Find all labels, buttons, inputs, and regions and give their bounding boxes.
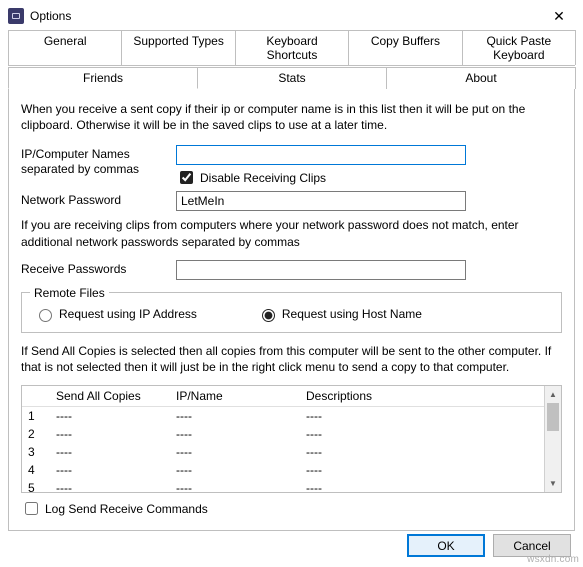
log-commands-label: Log Send Receive Commands bbox=[45, 502, 208, 516]
radio-request-ip[interactable] bbox=[39, 309, 52, 322]
table-scrollbar[interactable]: ▲ ▼ bbox=[544, 386, 561, 492]
tab-stats[interactable]: Stats bbox=[197, 67, 387, 89]
tab-row-1: General Supported Types Keyboard Shortcu… bbox=[8, 30, 575, 66]
scroll-thumb[interactable] bbox=[547, 403, 559, 431]
intro-text: When you receive a sent copy if their ip… bbox=[21, 101, 562, 133]
table-row[interactable]: 5------------ bbox=[22, 479, 544, 492]
tab-row-2: Friends Stats About bbox=[8, 66, 575, 89]
remote-files-legend: Remote Files bbox=[30, 286, 109, 300]
app-icon bbox=[8, 8, 24, 24]
ok-button[interactable]: OK bbox=[407, 534, 485, 557]
receive-passwords-input[interactable] bbox=[176, 260, 466, 280]
log-commands-checkbox[interactable] bbox=[25, 502, 38, 515]
col-num[interactable] bbox=[22, 386, 50, 407]
network-password-input[interactable] bbox=[176, 191, 466, 211]
radio-request-host-label: Request using Host Name bbox=[282, 307, 422, 321]
tab-about[interactable]: About bbox=[386, 67, 576, 89]
table-row[interactable]: 1------------ bbox=[22, 407, 544, 426]
table-row[interactable]: 4------------ bbox=[22, 461, 544, 479]
close-button[interactable]: ✕ bbox=[543, 6, 575, 26]
radio-ip-wrapper[interactable]: Request using IP Address bbox=[34, 306, 197, 322]
col-descriptions[interactable]: Descriptions bbox=[300, 386, 544, 407]
radio-request-host[interactable] bbox=[262, 309, 275, 322]
ip-names-label: IP/Computer Names separated by commas bbox=[21, 145, 176, 177]
tab-general[interactable]: General bbox=[8, 30, 122, 65]
col-ip-name[interactable]: IP/Name bbox=[170, 386, 300, 407]
table-row[interactable]: 2------------ bbox=[22, 425, 544, 443]
scroll-up-icon[interactable]: ▲ bbox=[545, 386, 561, 403]
titlebar: Options ✕ bbox=[0, 0, 583, 30]
disable-receiving-checkbox[interactable] bbox=[180, 171, 193, 184]
tab-friends[interactable]: Friends bbox=[8, 67, 198, 89]
col-send-all[interactable]: Send All Copies bbox=[50, 386, 170, 407]
send-table-wrap: Send All Copies IP/Name Descriptions 1--… bbox=[21, 385, 562, 493]
ip-names-input[interactable] bbox=[176, 145, 466, 165]
table-row[interactable]: 3------------ bbox=[22, 443, 544, 461]
tab-quick-paste-keyboard[interactable]: Quick Paste Keyboard bbox=[462, 30, 576, 65]
watermark: wsxdn.com bbox=[527, 554, 579, 565]
send-note: If Send All Copies is selected then all … bbox=[21, 343, 562, 375]
tab-copy-buffers[interactable]: Copy Buffers bbox=[348, 30, 462, 65]
scroll-down-icon[interactable]: ▼ bbox=[545, 475, 561, 492]
tab-keyboard-shortcuts[interactable]: Keyboard Shortcuts bbox=[235, 30, 349, 65]
password-note: If you are receiving clips from computer… bbox=[21, 217, 562, 249]
tab-pane-friends: When you receive a sent copy if their ip… bbox=[8, 89, 575, 531]
send-table[interactable]: Send All Copies IP/Name Descriptions 1--… bbox=[22, 386, 544, 492]
radio-request-ip-label: Request using IP Address bbox=[59, 307, 197, 321]
radio-host-wrapper[interactable]: Request using Host Name bbox=[257, 306, 422, 322]
window-title: Options bbox=[30, 9, 543, 23]
tab-supported-types[interactable]: Supported Types bbox=[121, 30, 235, 65]
remote-files-group: Remote Files Request using IP Address Re… bbox=[21, 286, 562, 333]
table-header-row: Send All Copies IP/Name Descriptions bbox=[22, 386, 544, 407]
disable-receiving-label: Disable Receiving Clips bbox=[200, 171, 326, 185]
network-password-label: Network Password bbox=[21, 191, 176, 208]
receive-passwords-label: Receive Passwords bbox=[21, 260, 176, 277]
